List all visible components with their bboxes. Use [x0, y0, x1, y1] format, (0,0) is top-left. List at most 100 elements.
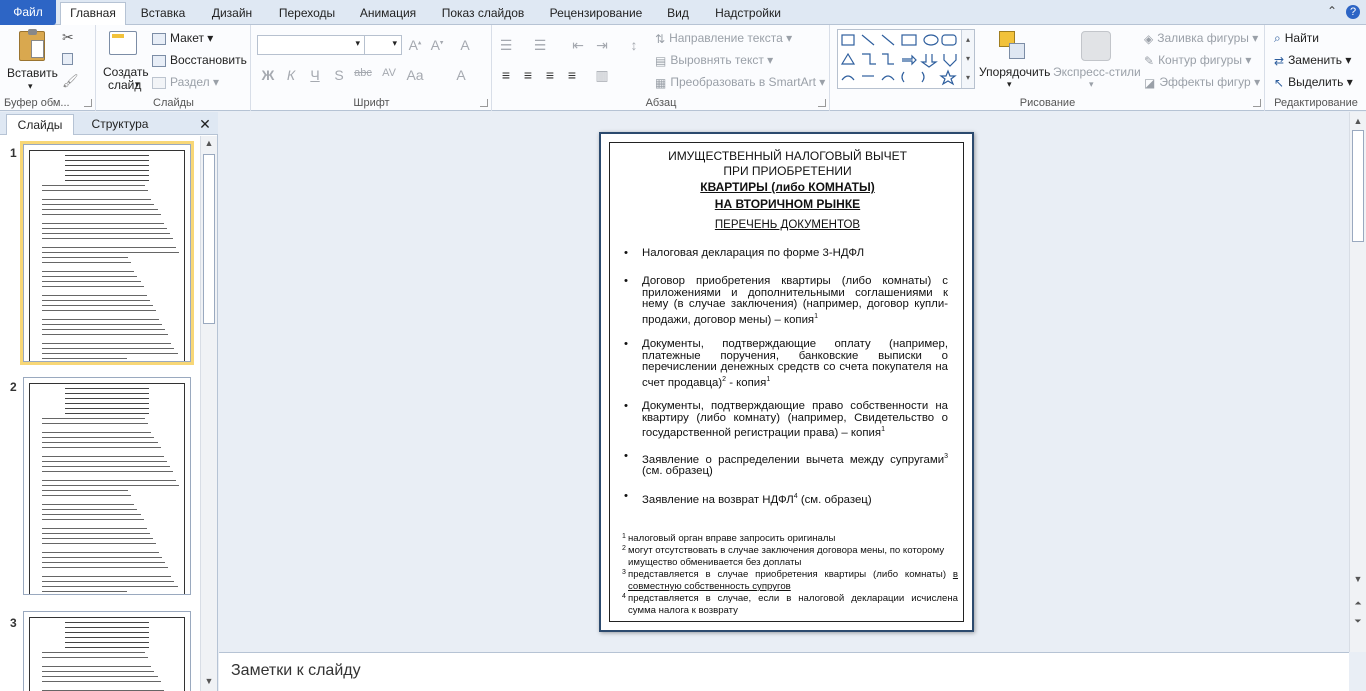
- bullet-item[interactable]: • Документы, подтверждающие оплату (напри…: [624, 338, 948, 389]
- paste-button[interactable]: Вставить: [7, 66, 58, 80]
- quick-styles-button[interactable]: Экспресс-стили: [1053, 65, 1141, 79]
- notes-placeholder[interactable]: Заметки к слайду: [231, 662, 361, 680]
- arrange-icon[interactable]: [997, 31, 1027, 61]
- increase-indent-icon[interactable]: ⇥: [593, 37, 611, 54]
- font-family-combo[interactable]: ▾: [257, 35, 365, 55]
- change-case-icon[interactable]: Aa: [406, 67, 424, 83]
- decrease-indent-icon[interactable]: ⇤: [569, 37, 587, 54]
- slide-title-line3[interactable]: КВАРТИРЫ (либо КОМНАТЫ): [610, 180, 965, 195]
- footnote[interactable]: 2 могут отсутствовать в случае заключения…: [622, 545, 958, 569]
- font-launcher-icon[interactable]: [480, 99, 488, 107]
- section-button[interactable]: Раздел ▾: [152, 75, 219, 89]
- arrange-button[interactable]: Упорядочить: [979, 65, 1050, 79]
- gallery-scroll-icon[interactable]: ▴ ▾ ▾: [961, 30, 974, 88]
- current-slide[interactable]: ИМУЩЕСТВЕННЫЙ НАЛОГОВЫЙ ВЫЧЕТ ПРИ ПРИОБР…: [599, 132, 974, 632]
- tab-file[interactable]: Файл: [0, 0, 56, 25]
- tab-view[interactable]: Вид: [660, 3, 696, 25]
- slide-area-scrollbar[interactable]: ▲ ▼ ⏶ ⏷: [1349, 112, 1366, 652]
- shape-effects-button[interactable]: ◪ Эффекты фигур ▾: [1144, 75, 1260, 90]
- previous-slide-icon[interactable]: ⏶: [1350, 598, 1366, 609]
- layout-button[interactable]: Макет ▾: [152, 31, 213, 45]
- slide-title-line4[interactable]: НА ВТОРИЧНОМ РЫНКЕ: [610, 197, 965, 212]
- find-button[interactable]: ⌕ Найти: [1274, 31, 1319, 46]
- bullets-icon[interactable]: ☰: [497, 37, 515, 54]
- slide-thumbnail-3[interactable]: [23, 611, 191, 691]
- tab-animation[interactable]: Анимация: [350, 3, 426, 25]
- slide-thumbnail-2[interactable]: [23, 377, 191, 595]
- new-slide-icon[interactable]: [109, 31, 137, 55]
- bold-icon[interactable]: Ж: [259, 67, 277, 83]
- slide-thumbnail-1[interactable]: [23, 144, 191, 362]
- tab-slides[interactable]: Слайды: [6, 114, 74, 135]
- cut-icon[interactable]: ✂: [62, 29, 74, 46]
- scroll-down-icon[interactable]: ▼: [201, 676, 217, 686]
- shapes-gallery[interactable]: ▴ ▾ ▾: [837, 29, 975, 89]
- reset-button[interactable]: Восстановить: [152, 53, 247, 67]
- slide-subtitle[interactable]: ПЕРЕЧЕНЬ ДОКУМЕНТОВ: [610, 218, 965, 233]
- bullet-item[interactable]: • Заявление на возврат НДФЛ4 (см. образец…: [624, 490, 948, 506]
- footnote[interactable]: 4 представляется в случае, если в налогов…: [622, 593, 958, 617]
- char-spacing-icon[interactable]: AV: [380, 67, 398, 79]
- align-text-button[interactable]: ▤ Выровнять текст ▾: [655, 53, 773, 68]
- font-color-icon[interactable]: A: [452, 67, 470, 83]
- scroll-up-icon[interactable]: ▲: [201, 138, 217, 148]
- tab-transitions[interactable]: Переходы: [272, 3, 342, 25]
- slide-title-line1[interactable]: ИМУЩЕСТВЕННЫЙ НАЛОГОВЫЙ ВЫЧЕТ: [610, 149, 965, 164]
- tab-addins[interactable]: Надстройки: [706, 3, 790, 25]
- quick-styles-icon[interactable]: [1081, 31, 1111, 61]
- next-slide-icon[interactable]: ⏷: [1350, 616, 1366, 627]
- convert-smartart-button[interactable]: ▦ Преобразовать в SmartArt ▾: [655, 75, 825, 90]
- text-direction-button[interactable]: ⇅ Направление текста ▾: [655, 31, 792, 46]
- shadow-icon[interactable]: S: [330, 67, 348, 83]
- footnote[interactable]: 3 представляется в случае приобретения кв…: [622, 569, 958, 593]
- shape-outline-button[interactable]: ✎ Контур фигуры ▾: [1144, 53, 1251, 68]
- copy-icon[interactable]: [62, 51, 77, 65]
- columns-icon[interactable]: ▥: [593, 67, 611, 84]
- select-button[interactable]: ↖ Выделить ▾: [1274, 75, 1353, 90]
- grow-font-icon[interactable]: A▴: [406, 37, 424, 53]
- bullet-item[interactable]: • Документы, подтверждающие право собстве…: [624, 400, 948, 440]
- drawing-launcher-icon[interactable]: [1253, 99, 1261, 107]
- help-icon[interactable]: ?: [1346, 5, 1360, 19]
- notes-pane[interactable]: Заметки к слайду: [219, 652, 1349, 691]
- justify-icon[interactable]: ≡: [563, 67, 581, 83]
- numbering-icon[interactable]: ☰: [531, 37, 549, 54]
- align-center-icon[interactable]: ≡: [519, 67, 537, 83]
- tab-design[interactable]: Дизайн: [202, 3, 262, 25]
- shrink-font-icon[interactable]: A▾: [428, 37, 446, 53]
- scrollbar-thumb[interactable]: [1352, 130, 1364, 242]
- bullet-item[interactable]: • Налоговая декларация по форме 3-НДФЛ: [624, 247, 948, 260]
- clipboard-launcher-icon[interactable]: [84, 99, 92, 107]
- bullet-item[interactable]: • Договор приобретения квартиры (либо ком…: [624, 275, 948, 326]
- align-left-icon[interactable]: ≡: [497, 67, 515, 83]
- strikethrough-icon[interactable]: abc: [354, 67, 372, 79]
- paste-icon[interactable]: [19, 29, 45, 61]
- font-size-combo[interactable]: ▾: [364, 35, 402, 55]
- scroll-down-icon[interactable]: ▼: [1350, 574, 1366, 584]
- slide-title-line2[interactable]: ПРИ ПРИОБРЕТЕНИИ: [610, 164, 965, 179]
- tab-outline[interactable]: Структура: [80, 114, 160, 135]
- arrange-dropdown-icon[interactable]: ▾: [1007, 79, 1012, 90]
- line-spacing-icon[interactable]: ↕: [625, 37, 643, 53]
- new-slide-button-line1[interactable]: Создать: [103, 65, 149, 79]
- align-right-icon[interactable]: ≡: [541, 67, 559, 83]
- italic-icon[interactable]: К: [282, 67, 300, 83]
- clear-formatting-icon[interactable]: A: [456, 37, 474, 53]
- scroll-up-icon[interactable]: ▲: [1350, 116, 1366, 126]
- footnote[interactable]: 1 налоговый орган вправе запросить оригин…: [622, 533, 958, 545]
- quick-styles-dropdown-icon[interactable]: ▾: [1089, 79, 1094, 90]
- shape-fill-button[interactable]: ◈ Заливка фигуры ▾: [1144, 31, 1258, 46]
- thumbnails-scrollbar[interactable]: ▲ ▼: [200, 136, 217, 691]
- tab-home[interactable]: Главная: [60, 2, 126, 25]
- tab-slideshow[interactable]: Показ слайдов: [436, 3, 530, 25]
- underline-icon[interactable]: Ч: [306, 67, 324, 83]
- replace-button[interactable]: ⇄ Заменить ▾: [1274, 53, 1351, 68]
- bullet-item[interactable]: • Заявление о распределении вычета между …: [624, 450, 948, 478]
- paragraph-launcher-icon[interactable]: [818, 99, 826, 107]
- scrollbar-thumb[interactable]: [203, 154, 215, 324]
- format-painter-icon[interactable]: 🖌: [62, 73, 79, 89]
- paste-dropdown-icon[interactable]: ▾: [28, 81, 33, 92]
- minimize-ribbon-icon[interactable]: ⌃: [1327, 4, 1337, 18]
- tab-review[interactable]: Рецензирование: [540, 3, 652, 25]
- tab-insert[interactable]: Вставка: [134, 3, 192, 25]
